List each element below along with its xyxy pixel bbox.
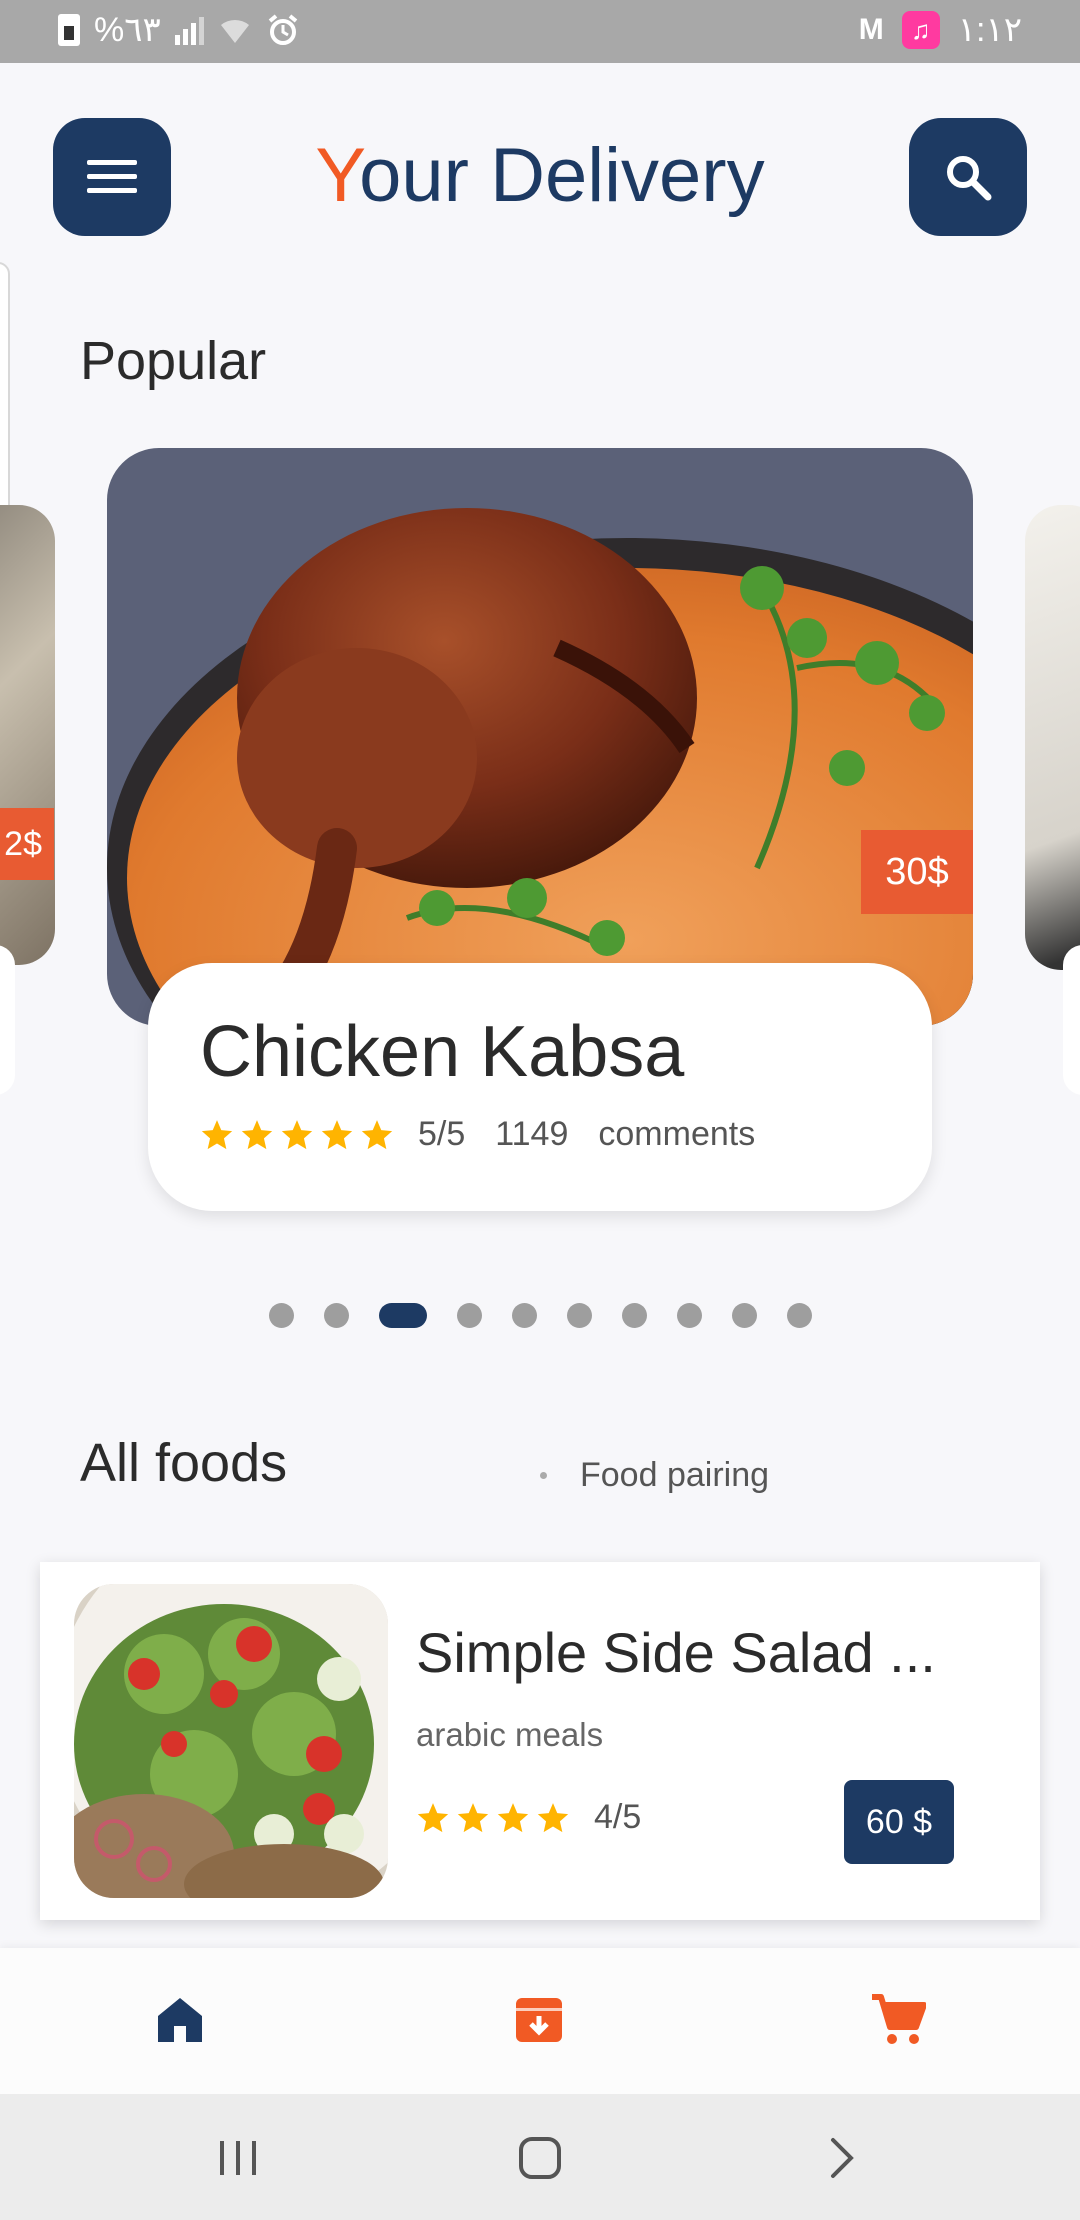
nav-orders-button[interactable] xyxy=(507,1988,571,2052)
pager-dot[interactable] xyxy=(268,1303,294,1328)
system-back-button[interactable] xyxy=(812,2130,872,2186)
featured-price-tag: 30$ xyxy=(861,830,973,914)
pager-dot[interactable] xyxy=(676,1303,702,1328)
carousel-prev-card-image[interactable] xyxy=(0,505,55,965)
star-icon xyxy=(201,1119,233,1149)
pager-dot[interactable] xyxy=(731,1303,757,1328)
home-icon xyxy=(158,1998,202,2042)
star-icon xyxy=(457,1802,489,1832)
pager-dot[interactable] xyxy=(323,1303,349,1328)
carousel-next-card-image[interactable] xyxy=(1025,505,1080,970)
home-square-icon xyxy=(519,2137,561,2179)
star-icon xyxy=(537,1802,569,1832)
signal-icon xyxy=(174,15,204,45)
star-icon xyxy=(281,1119,313,1149)
popular-section-title: Popular xyxy=(80,331,267,391)
pager-dot[interactable] xyxy=(786,1303,812,1328)
title-rest: our Delivery xyxy=(359,133,765,218)
recent-apps-button[interactable] xyxy=(208,2130,268,2186)
featured-food-card[interactable]: Chicken Kabsa 5/5 1149 comments xyxy=(148,963,932,1211)
system-home-button[interactable] xyxy=(510,2130,570,2186)
rating-stars xyxy=(200,1118,394,1152)
featured-food-meta: 5/5 1149 comments xyxy=(200,1115,785,1154)
chevron-right-icon xyxy=(831,2138,854,2178)
star-icon xyxy=(361,1119,393,1149)
food-item-category: arabic meals xyxy=(416,1716,604,1753)
pager-dot[interactable] xyxy=(511,1303,537,1328)
nav-cart-button[interactable] xyxy=(866,1988,930,2052)
alarm-icon xyxy=(268,14,298,45)
carousel-next-card-info xyxy=(1063,945,1080,1095)
status-time: ١:١٢ xyxy=(957,11,1022,49)
recent-apps-icon xyxy=(220,2141,256,2175)
cart-icon xyxy=(872,1994,926,2044)
food-item-name: Simple Side Salad ... xyxy=(416,1621,936,1684)
pager-dot[interactable] xyxy=(566,1303,592,1328)
status-right: M ♫ ١:١٢ xyxy=(859,10,1022,50)
archive-icon xyxy=(516,1998,562,2042)
music-icon: ♫ xyxy=(901,11,940,49)
status-bar: %٦٣ M ♫ ١:١٢ xyxy=(0,0,1080,63)
featured-food-image[interactable] xyxy=(107,448,973,1026)
pager-dot-active[interactable] xyxy=(378,1303,427,1328)
search-button[interactable] xyxy=(909,118,1027,236)
status-left: %٦٣ xyxy=(58,10,300,50)
featured-comments-count: 1149 xyxy=(495,1115,569,1153)
tab-food-pairing[interactable]: Food pairing xyxy=(580,1456,769,1495)
food-list-item[interactable]: Simple Side Salad ... arabic meals 4/5 6… xyxy=(40,1562,1040,1920)
all-foods-section-title: All foods xyxy=(80,1433,288,1493)
food-item-image xyxy=(74,1584,388,1898)
title-accent-letter: Y xyxy=(315,133,360,218)
featured-comments-label: comments xyxy=(598,1115,756,1153)
featured-rating: 5/5 xyxy=(418,1115,466,1153)
carousel-prev-card-price: 2$ xyxy=(0,808,54,880)
food-item-rating: 4/5 xyxy=(594,1798,642,1836)
carousel-prev-card-info xyxy=(0,945,15,1095)
food-item-meta: 4/5 xyxy=(416,1798,641,1837)
gmail-icon: M xyxy=(858,13,884,46)
pager-dot[interactable] xyxy=(621,1303,647,1328)
nav-home-button[interactable] xyxy=(148,1988,212,2052)
carousel-pager xyxy=(0,1303,1080,1328)
tab-indicator-dot xyxy=(540,1472,547,1479)
food-item-price-button[interactable]: 60 $ xyxy=(844,1780,954,1864)
star-icon xyxy=(321,1119,353,1149)
star-icon xyxy=(497,1802,529,1832)
featured-food-name: Chicken Kabsa xyxy=(200,1012,685,1092)
battery-percent: %٦٣ xyxy=(94,11,161,49)
bottom-navigation xyxy=(0,1948,1080,2094)
star-icon xyxy=(417,1802,449,1832)
wifi-icon xyxy=(220,19,249,43)
star-icon xyxy=(241,1119,273,1149)
rating-stars xyxy=(416,1801,570,1835)
search-icon xyxy=(947,156,992,201)
system-navigation-bar xyxy=(0,2094,1080,2220)
battery-icon xyxy=(58,14,80,46)
pager-dot[interactable] xyxy=(456,1303,482,1328)
